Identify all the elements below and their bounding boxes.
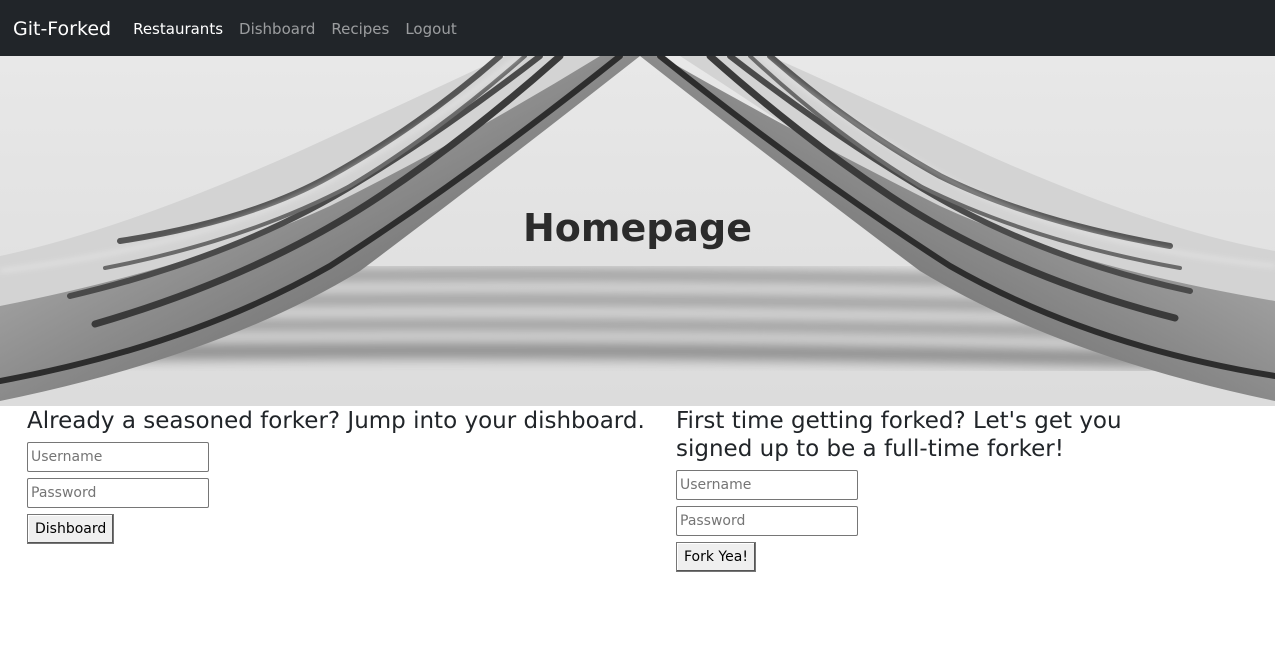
signup-form: First time getting forked? Let's get you… xyxy=(676,406,1236,572)
nav-link-restaurants[interactable]: Restaurants xyxy=(133,21,223,37)
dishboard-login-button[interactable]: Dishboard xyxy=(27,514,115,544)
hero-banner: Homepage xyxy=(0,56,1275,406)
signup-password-input[interactable] xyxy=(676,506,858,536)
signup-username-input[interactable] xyxy=(676,470,858,500)
login-username-input[interactable] xyxy=(27,442,209,472)
signup-heading: First time getting forked? Let's get you… xyxy=(676,408,1122,462)
nav-link-dishboard[interactable]: Dishboard xyxy=(239,21,315,37)
brand-link[interactable]: Git-Forked xyxy=(13,19,111,39)
login-heading: Already a seasoned forker? Jump into you… xyxy=(27,408,645,434)
nav-link-recipes[interactable]: Recipes xyxy=(331,21,389,37)
nav-link-logout[interactable]: Logout xyxy=(405,21,456,37)
top-navbar: Git-Forked Restaurants Dishboard Recipes… xyxy=(0,0,1275,56)
login-form: Already a seasoned forker? Jump into you… xyxy=(27,406,647,544)
fork-yea-signup-button[interactable]: Fork Yea! xyxy=(676,542,756,572)
page-title: Homepage xyxy=(522,206,753,250)
login-password-input[interactable] xyxy=(27,478,209,508)
